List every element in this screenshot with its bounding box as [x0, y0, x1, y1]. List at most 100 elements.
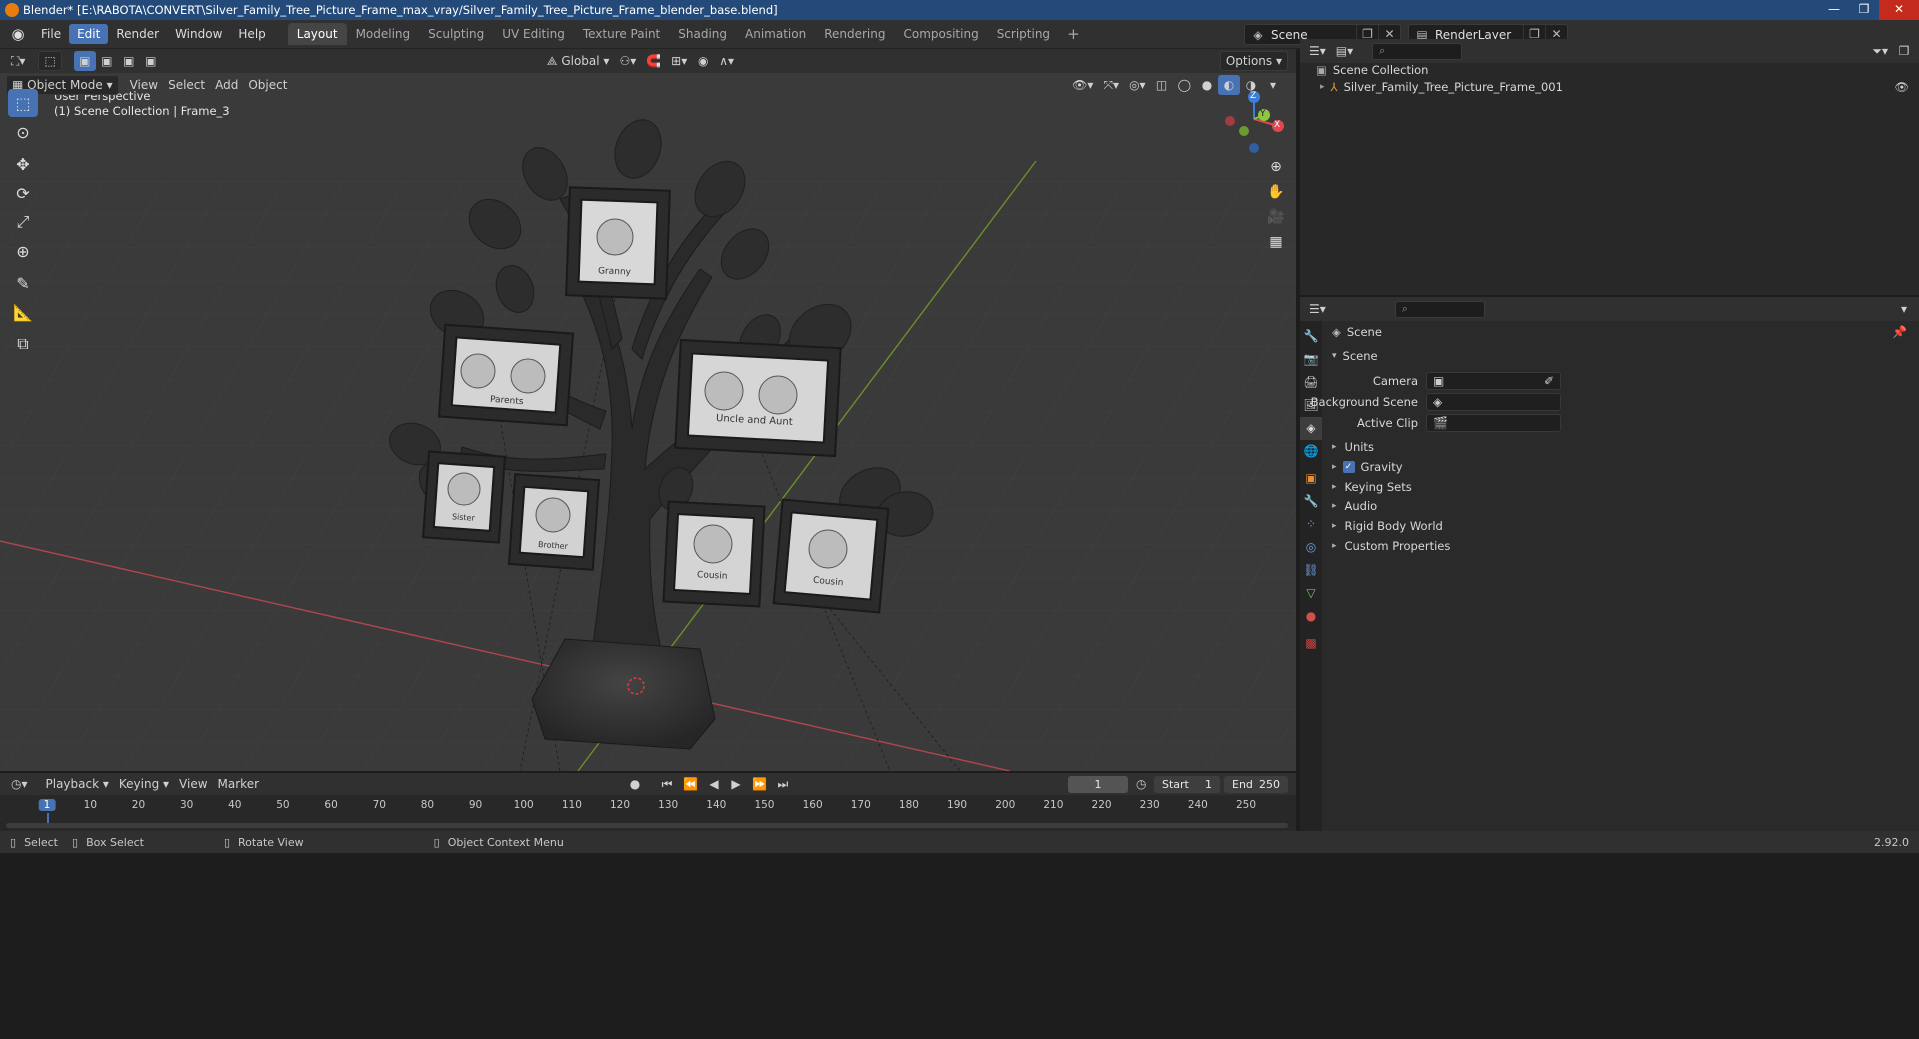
- blender-logo-icon[interactable]: ◉: [7, 24, 29, 44]
- object-tab-icon[interactable]: ▣: [1300, 467, 1322, 490]
- gizmo-x-label[interactable]: X: [1274, 120, 1280, 130]
- select-mode-new-icon[interactable]: ▣: [73, 51, 96, 71]
- properties-options-icon[interactable]: ▾: [1893, 299, 1915, 319]
- overlay-toggle-icon[interactable]: ◎▾: [1124, 75, 1151, 95]
- cursor-tool-icon[interactable]: ⊙: [8, 118, 38, 146]
- minimize-button[interactable]: —: [1819, 0, 1849, 20]
- visibility-eye-icon[interactable]: 👁: [1894, 80, 1909, 94]
- perspective-toggle-icon[interactable]: ▦: [1264, 230, 1288, 254]
- view-menu[interactable]: View: [125, 75, 163, 95]
- menu-help[interactable]: Help: [230, 24, 273, 44]
- eyedropper-icon[interactable]: ✐: [1544, 374, 1554, 388]
- tab-texture-paint[interactable]: Texture Paint: [574, 23, 669, 45]
- gizmo-toggle-icon[interactable]: ⤧▾: [1098, 75, 1124, 95]
- material-shading-icon[interactable]: ◐: [1218, 75, 1240, 95]
- editor-type-icon[interactable]: ⛶▾: [6, 51, 30, 71]
- properties-search-input[interactable]: ⌕: [1394, 300, 1485, 318]
- camera-view-icon[interactable]: 🎥: [1264, 205, 1288, 229]
- pin-icon[interactable]: 📌: [1892, 325, 1907, 339]
- outliner-editor-type-icon[interactable]: ☰▾: [1304, 41, 1331, 61]
- physics-tab-icon[interactable]: ◎: [1300, 536, 1322, 559]
- visibility-icon[interactable]: 👁▾: [1067, 75, 1098, 95]
- add-menu[interactable]: Add: [210, 75, 243, 95]
- snap-target-icon[interactable]: ⊞▾: [666, 51, 692, 71]
- rotate-tool-icon[interactable]: ⟳: [8, 179, 38, 207]
- gravity-checkbox[interactable]: ✓: [1342, 461, 1355, 473]
- outliner-search-input[interactable]: ⌕: [1372, 42, 1463, 60]
- transform-tool-icon[interactable]: ⊕: [8, 237, 38, 265]
- constraints-tab-icon[interactable]: ⛓: [1300, 559, 1322, 582]
- texture-tab-icon[interactable]: ▩: [1300, 632, 1322, 655]
- scene-panel-header[interactable]: ▾ Scene: [1332, 349, 1378, 363]
- camera-field[interactable]: ▣ ✐: [1426, 372, 1561, 390]
- menu-window[interactable]: Window: [167, 24, 230, 44]
- move-tool-icon[interactable]: ✥: [8, 150, 38, 178]
- active-clip-field[interactable]: 🎬: [1426, 414, 1561, 432]
- maximize-button[interactable]: ❐: [1849, 0, 1879, 20]
- shading-options-icon[interactable]: ▾: [1262, 75, 1284, 95]
- select-tool-icon[interactable]: ⬚: [38, 51, 62, 71]
- select-mode-extend-icon[interactable]: ▣: [96, 51, 118, 71]
- 3d-viewport[interactable]: Granny Parents Uncle and Aunt Sister Bro…: [0, 49, 1296, 771]
- tab-rendering[interactable]: Rendering: [815, 23, 894, 45]
- rigid-body-world-section[interactable]: ▸ Rigid Body World: [1332, 519, 1443, 533]
- particles-tab-icon[interactable]: ⁘: [1300, 513, 1322, 536]
- select-menu[interactable]: Select: [163, 75, 210, 95]
- filter-icon[interactable]: ⏷▾: [1867, 41, 1893, 61]
- modifier-tab-icon[interactable]: 🔧: [1300, 490, 1322, 513]
- wireframe-shading-icon[interactable]: ◯: [1173, 75, 1196, 95]
- annotate-tool-icon[interactable]: ✎: [8, 269, 38, 297]
- tree-row-object[interactable]: ▸ ⅄ Silver_Family_Tree_Picture_Frame_001…: [1300, 78, 1919, 95]
- expand-arrow-icon[interactable]: ▸: [1320, 82, 1325, 92]
- gizmo-y-label[interactable]: Y: [1260, 109, 1266, 119]
- tab-layout[interactable]: Layout: [287, 23, 347, 45]
- xray-toggle-icon[interactable]: ◫: [1151, 75, 1173, 95]
- pan-hand-icon[interactable]: ✋: [1264, 180, 1288, 204]
- solid-shading-icon[interactable]: ●: [1196, 75, 1218, 95]
- tab-uv-editing[interactable]: UV Editing: [493, 23, 574, 45]
- select-mode-subtract-icon[interactable]: ▣: [118, 51, 140, 71]
- close-button[interactable]: ✕: [1879, 0, 1919, 20]
- timeline-scrollbar[interactable]: [6, 823, 1288, 828]
- add-cube-tool-icon[interactable]: ⧉: [8, 330, 38, 358]
- keying-sets-section[interactable]: ▸ Keying Sets: [1332, 480, 1412, 494]
- proportional-editing-icon[interactable]: ◉: [692, 51, 714, 71]
- transform-orientation-dropdown[interactable]: ⟁ Global ▾: [542, 51, 615, 71]
- options-dropdown[interactable]: Options ▾: [1219, 51, 1288, 71]
- menu-file[interactable]: File: [33, 24, 69, 44]
- audio-section[interactable]: ▸ Audio: [1332, 499, 1377, 513]
- menu-render[interactable]: Render: [108, 24, 167, 44]
- zoom-icon[interactable]: ⊕: [1264, 155, 1288, 179]
- display-mode-icon[interactable]: ▤▾: [1331, 41, 1358, 61]
- tool-tab-icon[interactable]: 🔧: [1300, 325, 1322, 348]
- tab-modeling[interactable]: Modeling: [347, 23, 420, 45]
- properties-editor-type-icon[interactable]: ☰▾: [1304, 299, 1331, 319]
- tab-compositing[interactable]: Compositing: [894, 23, 987, 45]
- ruler-frame-200: 200: [995, 799, 1016, 811]
- custom-properties-section[interactable]: ▸ Custom Properties: [1332, 539, 1450, 553]
- render-tab-icon[interactable]: 📷: [1300, 348, 1322, 371]
- measure-tool-icon[interactable]: 📐: [8, 298, 38, 326]
- select-box-tool-icon[interactable]: ⬚: [8, 89, 38, 117]
- tree-row-scene-collection[interactable]: ▣ Scene Collection: [1300, 61, 1919, 78]
- pivot-point-icon[interactable]: ⚇▾: [614, 51, 641, 71]
- snap-icon[interactable]: 🧲: [641, 51, 666, 71]
- menu-edit[interactable]: Edit: [69, 24, 109, 44]
- rendered-shading-icon[interactable]: ◑: [1240, 75, 1262, 95]
- tab-scripting[interactable]: Scripting: [988, 23, 1059, 45]
- tab-animation[interactable]: Animation: [736, 23, 815, 45]
- object-menu[interactable]: Object: [243, 75, 292, 95]
- gravity-section[interactable]: ▸ ✓ Gravity: [1332, 460, 1403, 474]
- add-workspace-icon[interactable]: +: [1059, 23, 1088, 45]
- world-tab-icon[interactable]: 🌐: [1300, 440, 1322, 463]
- tab-shading[interactable]: Shading: [669, 23, 736, 45]
- select-mode-intersect-icon[interactable]: ▣: [140, 51, 162, 71]
- falloff-icon[interactable]: ∧▾: [714, 51, 739, 71]
- scale-tool-icon[interactable]: ⤢: [8, 208, 38, 236]
- data-tab-icon[interactable]: ▽: [1300, 582, 1322, 605]
- units-section[interactable]: ▸ Units: [1332, 440, 1374, 454]
- material-tab-icon[interactable]: ●: [1300, 605, 1322, 628]
- tab-sculpting[interactable]: Sculpting: [419, 23, 493, 45]
- new-collection-icon[interactable]: ❐: [1893, 41, 1915, 61]
- background-scene-field[interactable]: ◈: [1426, 393, 1561, 411]
